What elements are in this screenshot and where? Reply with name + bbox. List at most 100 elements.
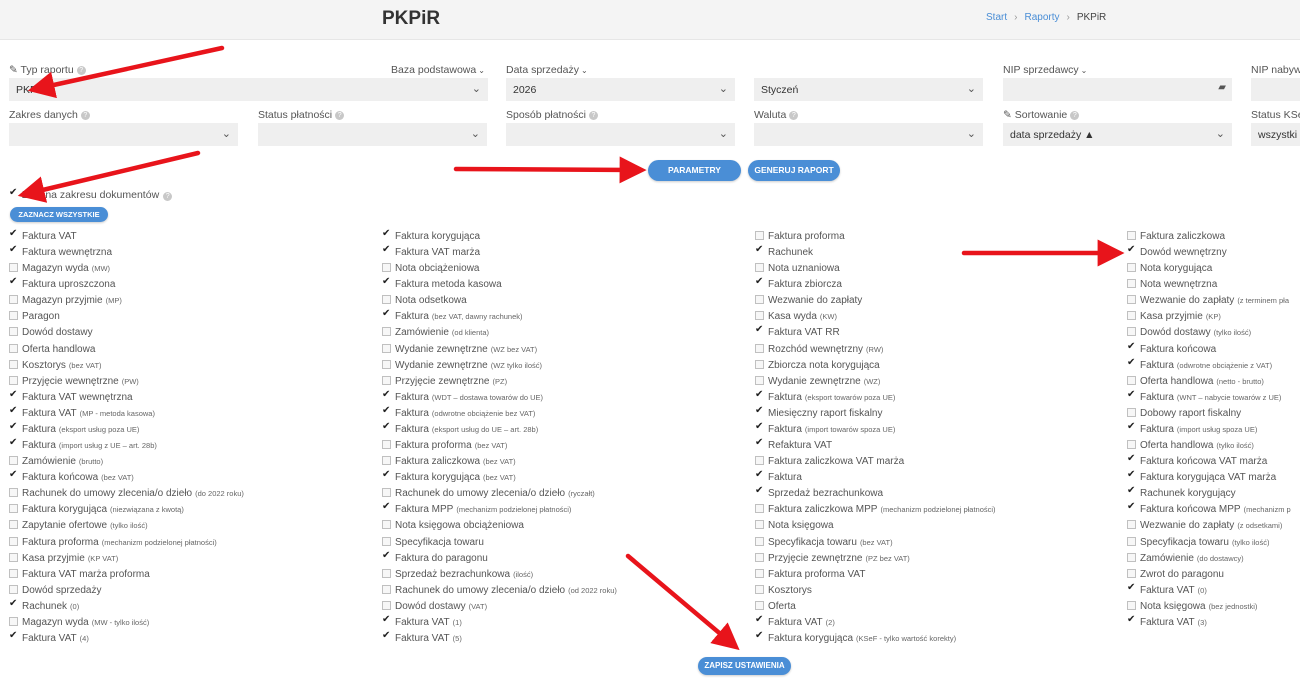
- help-icon[interactable]: ?: [163, 192, 173, 201]
- document-type-checkbox[interactable]: Rachunek korygujący: [1127, 485, 1236, 499]
- document-type-checkbox[interactable]: Faktura(import usług z UE – art. 28b): [9, 437, 157, 451]
- document-type-checkbox[interactable]: Rachunek: [755, 244, 813, 258]
- document-type-checkbox[interactable]: Faktura VAT: [9, 228, 77, 242]
- help-icon[interactable]: ?: [80, 111, 90, 120]
- document-type-checkbox[interactable]: Faktura VAT(3): [1127, 614, 1207, 628]
- document-type-checkbox[interactable]: Przyjęcie wewnętrzne (PW): [9, 375, 139, 387]
- document-type-checkbox[interactable]: Kasa wyda (KW): [755, 311, 837, 322]
- document-type-checkbox[interactable]: Faktura do paragonu: [382, 550, 488, 564]
- breadcrumb-start[interactable]: Start: [986, 12, 1007, 23]
- document-type-checkbox[interactable]: Faktura MPP(mechanizm podzielonej płatno…: [382, 501, 571, 515]
- document-type-checkbox[interactable]: Miesięczny raport fiskalny: [755, 405, 882, 419]
- folder-open-icon[interactable]: ▰: [1218, 82, 1226, 93]
- document-type-checkbox[interactable]: Wydanie zewnętrzne (WZ tylko ilość): [382, 359, 542, 371]
- document-type-checkbox[interactable]: Dowód dostawy (tylko ilość): [1127, 327, 1251, 338]
- document-type-checkbox[interactable]: Faktura VAT RR: [755, 324, 840, 338]
- document-type-checkbox[interactable]: Specyfikacja towaru (tylko ilość): [1127, 536, 1269, 548]
- document-type-checkbox[interactable]: Magazyn przyjmie (MP): [9, 295, 122, 306]
- year-select[interactable]: 2026 ⌄: [506, 78, 735, 101]
- document-type-checkbox[interactable]: Faktura korygująca(KSeF - tylko wartość …: [755, 630, 956, 644]
- document-type-checkbox[interactable]: Rachunek do umowy zlecenia/o dzieło (do 2…: [9, 488, 244, 499]
- parametry-button[interactable]: PARAMETRY: [648, 160, 741, 181]
- document-type-checkbox[interactable]: Oferta handlowa (netto - brutto): [1127, 375, 1264, 387]
- document-type-checkbox[interactable]: Faktura korygująca VAT marża: [1127, 469, 1276, 483]
- document-type-checkbox[interactable]: Faktura(odwrotne obciążenie z VAT): [1127, 357, 1272, 371]
- zakres-danych-select[interactable]: ⌄: [9, 123, 238, 146]
- document-type-checkbox[interactable]: Magazyn wyda (MW - tylko ilość): [9, 616, 149, 628]
- document-type-checkbox[interactable]: Wezwanie do zapłaty: [755, 295, 862, 306]
- nip-sprzedawcy-dropdown[interactable]: NIP sprzedawcy ⌄: [1003, 64, 1087, 76]
- document-type-checkbox[interactable]: Rachunek do umowy zlecenia/o dzieło (rycz…: [382, 488, 595, 499]
- document-type-checkbox[interactable]: Rachunek do umowy zlecenia/o dzieło (od 2…: [382, 584, 617, 596]
- document-type-checkbox[interactable]: Faktura proforma (bez VAT): [382, 440, 507, 451]
- help-icon[interactable]: ?: [335, 111, 345, 120]
- document-type-checkbox[interactable]: Przyjęcie zewnętrzne (PZ): [382, 375, 507, 387]
- document-type-checkbox[interactable]: Zbiorcza nota korygująca: [755, 359, 880, 371]
- document-type-checkbox[interactable]: Faktura korygująca(bez VAT): [382, 469, 516, 483]
- document-type-checkbox[interactable]: Wydanie zewnętrzne (WZ bez VAT): [382, 343, 537, 355]
- document-type-checkbox[interactable]: Faktura(eksport usług do UE – art. 28b): [382, 421, 538, 435]
- document-type-checkbox[interactable]: Zwrot do paragonu: [1127, 568, 1224, 580]
- document-type-checkbox[interactable]: Dowód dostawy (VAT): [382, 600, 487, 612]
- document-type-checkbox[interactable]: Kasa przyjmie (KP VAT): [9, 552, 118, 564]
- document-type-checkbox[interactable]: Nota korygująca: [1127, 263, 1212, 274]
- document-type-checkbox[interactable]: Faktura korygująca (niezwiązana z kwotą): [9, 504, 184, 515]
- document-type-checkbox[interactable]: Faktura VAT(1): [382, 614, 462, 628]
- document-type-checkbox[interactable]: Dowód sprzedaży: [9, 584, 101, 596]
- document-type-checkbox[interactable]: Specyfikacja towaru (bez VAT): [755, 536, 893, 548]
- document-type-checkbox[interactable]: Faktura zaliczkowa: [1127, 231, 1225, 242]
- document-type-checkbox[interactable]: Faktura końcowa: [1127, 341, 1216, 355]
- sortowanie-select[interactable]: data sprzedaży ▲ ⌄: [1003, 123, 1232, 146]
- document-type-checkbox[interactable]: Faktura(WNT – nabycie towarów z UE): [1127, 389, 1281, 403]
- document-type-checkbox[interactable]: Faktura VAT(5): [382, 630, 462, 644]
- document-type-checkbox[interactable]: Dowód wewnętrzny: [1127, 244, 1227, 258]
- document-type-checkbox[interactable]: Faktura uproszczona: [9, 276, 115, 290]
- help-icon[interactable]: ?: [588, 111, 598, 120]
- document-type-checkbox[interactable]: Wezwanie do zapłaty (z terminem pła: [1127, 295, 1289, 306]
- document-type-checkbox[interactable]: Kosztorys (bez VAT): [9, 359, 102, 371]
- document-type-checkbox[interactable]: Faktura końcowa VAT marża: [1127, 453, 1267, 467]
- document-type-checkbox[interactable]: Rachunek(0): [9, 598, 79, 612]
- document-type-checkbox[interactable]: Faktura(import usług spoza UE): [1127, 421, 1257, 435]
- document-type-checkbox[interactable]: Oferta handlowa: [9, 343, 95, 355]
- document-type-checkbox[interactable]: Specyfikacja towaru: [382, 536, 484, 548]
- sposob-platnosci-select[interactable]: ⌄: [506, 123, 735, 146]
- nip-sprzedawcy-input[interactable]: ▰: [1003, 78, 1232, 101]
- document-type-checkbox[interactable]: Faktura VAT(4): [9, 630, 89, 644]
- document-type-checkbox[interactable]: Faktura zaliczkowa MPP (mechanizm podziel…: [755, 504, 996, 515]
- document-type-checkbox[interactable]: Faktura VAT marża proforma: [9, 568, 150, 580]
- data-sprzedazy-dropdown[interactable]: Data sprzedaży ⌄: [506, 64, 588, 76]
- document-type-checkbox[interactable]: Paragon: [9, 311, 60, 322]
- generuj-raport-button[interactable]: GENERUJ RAPORT: [748, 160, 840, 181]
- zapisz-ustawienia-button[interactable]: ZAPISZ USTAWIENIA: [698, 657, 791, 675]
- zmiana-zakresu-checkbox[interactable]: Zmiana zakresu dokumentów?: [9, 187, 173, 201]
- document-type-checkbox[interactable]: Faktura zaliczkowa VAT marża: [755, 456, 904, 467]
- document-type-checkbox[interactable]: Faktura(eksport usług poza UE): [9, 421, 139, 435]
- help-icon[interactable]: ?: [76, 66, 86, 75]
- document-type-checkbox[interactable]: Faktura końcowa(bez VAT): [9, 469, 134, 483]
- waluta-select[interactable]: ⌄: [754, 123, 983, 146]
- document-type-checkbox[interactable]: Faktura wewnętrzna: [9, 244, 112, 258]
- document-type-checkbox[interactable]: Kosztorys: [755, 584, 812, 596]
- document-type-checkbox[interactable]: Zamówienie (od klienta): [382, 327, 489, 338]
- document-type-checkbox[interactable]: Nota księgowa: [755, 520, 834, 531]
- document-type-checkbox[interactable]: Nota uznaniowa: [755, 263, 840, 274]
- document-type-checkbox[interactable]: Nota księgowa obciążeniowa: [382, 520, 524, 531]
- document-type-checkbox[interactable]: Nota wewnętrzna: [1127, 279, 1217, 290]
- document-type-checkbox[interactable]: Faktura: [755, 469, 802, 483]
- document-type-checkbox[interactable]: Faktura zbiorcza: [755, 276, 842, 290]
- document-type-checkbox[interactable]: Refaktura VAT: [755, 437, 832, 451]
- document-type-checkbox[interactable]: Faktura korygująca: [382, 228, 480, 242]
- document-type-checkbox[interactable]: Zamówienie (do dostawcy): [1127, 552, 1244, 564]
- document-type-checkbox[interactable]: Przyjęcie zewnętrzne (PZ bez VAT): [755, 552, 910, 564]
- document-type-checkbox[interactable]: Wydanie zewnętrzne (WZ): [755, 375, 880, 387]
- document-type-checkbox[interactable]: Nota obciążeniowa: [382, 263, 480, 274]
- status-platnosci-select[interactable]: ⌄: [258, 123, 487, 146]
- document-type-checkbox[interactable]: Zamówienie (brutto): [9, 456, 103, 467]
- help-icon[interactable]: ?: [789, 111, 799, 120]
- document-type-checkbox[interactable]: Faktura zaliczkowa (bez VAT): [382, 456, 516, 467]
- document-type-checkbox[interactable]: Faktura VAT wewnętrzna: [9, 389, 133, 403]
- document-type-checkbox[interactable]: Faktura VAT(MP - metoda kasowa): [9, 405, 155, 419]
- document-type-checkbox[interactable]: Magazyn wyda (MW): [9, 263, 110, 274]
- document-type-checkbox[interactable]: Dowód dostawy: [9, 327, 93, 338]
